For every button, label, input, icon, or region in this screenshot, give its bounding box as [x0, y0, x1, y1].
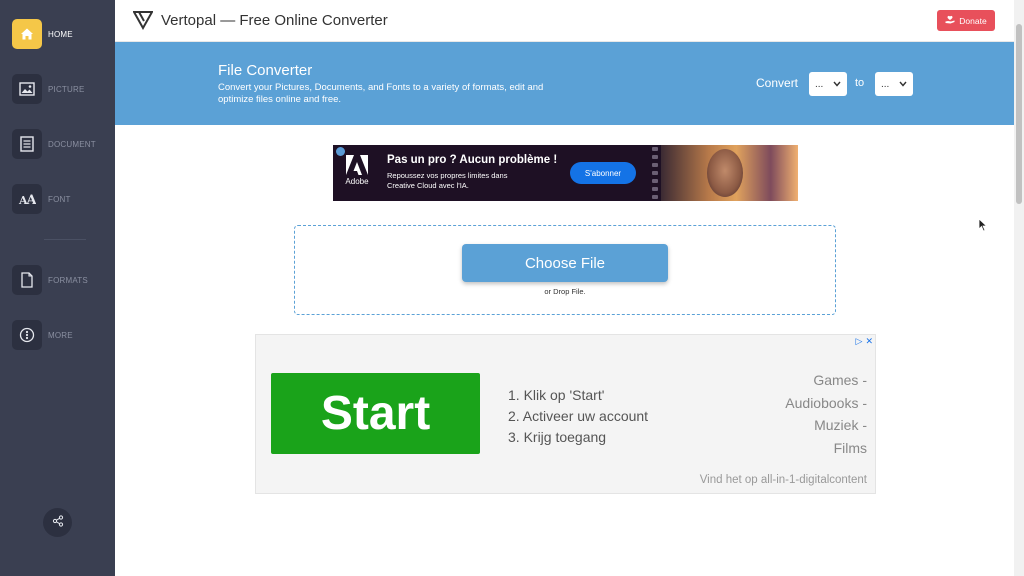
to-label: to — [855, 77, 865, 89]
convert-label: Convert — [756, 76, 799, 90]
vertopal-logo-icon[interactable] — [132, 10, 154, 35]
file-drop-zone[interactable]: Choose File or Drop File. — [294, 225, 836, 315]
svg-text:A: A — [26, 193, 37, 206]
sidebar-item-home[interactable]: HOME — [12, 19, 73, 49]
adobe-brand-name: Adobe — [345, 177, 369, 186]
sidebar-item-font[interactable]: AA FONT — [12, 184, 71, 214]
ad-step: 1. Klik op 'Start' — [508, 387, 605, 403]
sidebar: HOME PICTURE DOCUMENT AA FONT FORMATS MO… — [0, 0, 115, 576]
ad-info-icon[interactable] — [336, 147, 345, 156]
sidebar-item-formats[interactable]: FORMATS — [12, 265, 88, 295]
picture-icon — [12, 74, 42, 104]
document-icon — [12, 129, 42, 159]
ad-artwork-image — [661, 145, 798, 201]
share-button[interactable] — [43, 508, 72, 537]
ad-steps-list: 1. Klik op 'Start' 2. Activeer uw accoun… — [508, 385, 648, 448]
donate-button[interactable]: Donate — [937, 10, 995, 31]
app-title: Vertopal — Free Online Converter — [161, 12, 388, 29]
donate-label: Donate — [959, 15, 987, 26]
chevron-down-icon — [899, 79, 907, 90]
portrait-graphic — [707, 149, 743, 197]
ad-category: Muziek - — [814, 417, 867, 433]
ad-subtext: Repoussez vos propres limites dans Creat… — [387, 171, 508, 190]
from-format-select[interactable]: ... — [809, 72, 847, 96]
sidebar-item-document[interactable]: DOCUMENT — [12, 129, 96, 159]
sidebar-item-picture[interactable]: PICTURE — [12, 74, 85, 104]
drop-file-hint: or Drop File. — [544, 287, 586, 296]
converter-banner: File Converter Convert your Pictures, Do… — [115, 42, 1014, 125]
share-icon — [52, 514, 64, 532]
sidebar-item-more[interactable]: MORE — [12, 320, 73, 350]
to-format-value: ... — [881, 78, 890, 90]
ad-step: 2. Activeer uw account — [508, 408, 649, 424]
choose-file-button[interactable]: Choose File — [462, 244, 668, 282]
sidebar-item-label: MORE — [48, 330, 73, 340]
heart-hand-icon — [945, 15, 955, 26]
from-format-value: ... — [815, 78, 824, 90]
scrollbar-thumb[interactable] — [1016, 24, 1022, 204]
ad-toolbar-graphic — [652, 147, 659, 199]
ad-footer-text: Vind het op all-in-1-digitalcontent — [699, 474, 867, 486]
ad-start-button[interactable]: Start — [271, 373, 480, 454]
sidebar-item-label: FORMATS — [48, 275, 88, 285]
sidebar-item-label: HOME — [48, 29, 73, 39]
sidebar-divider — [44, 239, 86, 240]
adobe-advertisement[interactable]: Adobe Pas un pro ? Aucun problème ! Repo… — [333, 145, 798, 201]
chevron-down-icon — [833, 79, 841, 90]
more-icon — [12, 320, 42, 350]
adobe-logo: Adobe — [343, 155, 371, 191]
font-icon: AA — [12, 184, 42, 214]
sidebar-item-label: PICTURE — [48, 84, 85, 94]
banner-title: File Converter — [218, 62, 313, 79]
ad-category: Audiobooks - — [785, 394, 867, 411]
mouse-cursor-icon — [978, 218, 988, 237]
sidebar-item-label: FONT — [48, 194, 71, 204]
banner-subtitle: Convert your Pictures, Documents, and Fo… — [218, 82, 544, 105]
top-header: Vertopal — Free Online Converter Donate — [115, 0, 1014, 42]
to-format-select[interactable]: ... — [875, 72, 913, 96]
start-advertisement[interactable]: ▷ ✕ Start 1. Klik op 'Start' 2. Activeer … — [255, 334, 876, 494]
ad-choices-icon[interactable]: ▷ ✕ — [856, 336, 873, 347]
sidebar-item-label: DOCUMENT — [48, 139, 96, 149]
formats-icon — [12, 265, 42, 295]
page-scrollbar[interactable] — [1014, 0, 1024, 576]
ad-step: 3. Krijg toegang — [508, 429, 607, 445]
ad-category: Games - — [813, 372, 867, 388]
ad-category: Films — [833, 439, 867, 456]
subscribe-button[interactable]: S'abonner — [570, 162, 636, 184]
ad-headline: Pas un pro ? Aucun problème ! — [387, 154, 558, 166]
ad-categories-list: Games - Audiobooks - Muziek - Films — [785, 369, 867, 459]
home-icon — [12, 19, 42, 49]
